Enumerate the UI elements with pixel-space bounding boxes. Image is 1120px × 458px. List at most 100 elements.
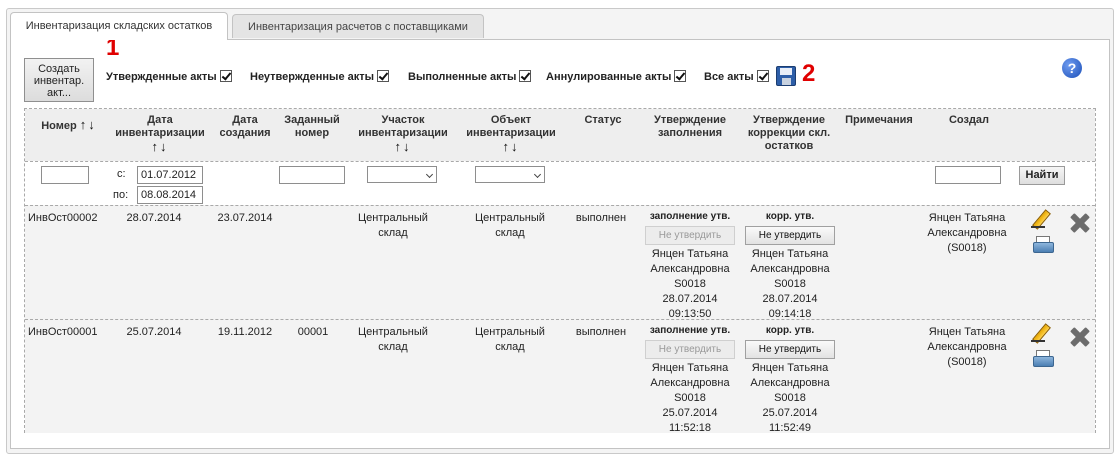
creator-line3: (S0018): [947, 356, 987, 368]
corr-user-line2: Александровна: [750, 263, 830, 275]
sort-arrows-icon[interactable]: ↑↓: [80, 117, 97, 132]
row-set-number: 00001: [297, 326, 329, 338]
filter-row: с: 01.07.2012 по: 08.08.2014 Найти: [25, 161, 1095, 205]
col-object[interactable]: Объект инвентаризации ↑↓: [457, 114, 565, 153]
sort-arrows-icon[interactable]: ↑↓: [351, 140, 455, 153]
filter-approved-label: Утвержденные акты: [106, 71, 217, 83]
filter-completed[interactable]: Выполненные акты: [408, 70, 532, 83]
col-creator: Создал: [948, 114, 990, 126]
date-from-input[interactable]: 01.07.2012: [137, 166, 203, 184]
row-fill-approval: заполнение утв. Не утвердить Янцен Татья…: [641, 209, 739, 322]
row-creator: Янцен Татьяна Александровна (S0018): [915, 211, 1019, 256]
filter-all-checkbox[interactable]: [756, 70, 769, 82]
corr-date: 25.07.2014: [762, 407, 818, 419]
help-icon[interactable]: ?: [1062, 58, 1082, 78]
sort-arrows-icon[interactable]: ↑↓: [457, 140, 565, 153]
number-filter-input[interactable]: [41, 166, 89, 184]
creator-line1: Янцен Татьяна: [928, 212, 1006, 224]
edit-icon[interactable]: [1031, 210, 1049, 230]
filter-cancelled-label: Аннулированные акты: [546, 71, 672, 83]
col-notes: Примечания: [845, 114, 913, 126]
creator-line2: Александровна: [927, 341, 1007, 353]
fill-user-code: S0018: [674, 278, 706, 290]
corr-user-line1: Янцен Татьяна: [751, 362, 829, 374]
col-number[interactable]: Номер ↑↓: [29, 118, 109, 133]
object-filter-select[interactable]: [475, 166, 545, 183]
filter-approved-checkbox[interactable]: [219, 70, 232, 82]
corr-user-code: S0018: [774, 278, 806, 290]
fill-user-line1: Янцен Татьяна: [651, 362, 729, 374]
filter-completed-checkbox[interactable]: [519, 70, 532, 82]
col-section[interactable]: Участок инвентаризации ↑↓: [351, 114, 455, 153]
row-created-date: 23.07.2014: [217, 212, 273, 224]
save-icon[interactable]: [776, 66, 796, 86]
fill-user-line2: Александровна: [650, 377, 730, 389]
corr-user-line2: Александровна: [750, 377, 830, 389]
col-inv-date[interactable]: Дата инвентаризации ↑↓: [107, 114, 213, 153]
col-status: Статус: [584, 114, 622, 126]
fill-user-line2: Александровна: [650, 263, 730, 275]
filter-approved[interactable]: Утвержденные акты: [106, 70, 232, 83]
corr-time: 11:52:49: [768, 422, 811, 434]
filter-all[interactable]: Все акты: [704, 70, 769, 83]
date-to-label: по:: [113, 189, 129, 201]
filter-completed-label: Выполненные акты: [408, 71, 517, 83]
filter-unapproved-checkbox[interactable]: [377, 70, 390, 82]
delete-icon[interactable]: [1069, 326, 1091, 348]
row-inv-date: 28.07.2014: [126, 212, 182, 224]
date-from-label: с:: [117, 168, 126, 180]
col-created-date: Дата создания: [219, 114, 271, 139]
callout-2: 2: [802, 60, 816, 87]
filter-cancelled-checkbox[interactable]: [674, 70, 687, 82]
row-number: ИнвОст00001: [28, 326, 98, 338]
col-fill-approval: Утверждение заполнения: [654, 114, 726, 139]
table-row[interactable]: ИнвОст00002 28.07.2014 23.07.2014 Центра…: [25, 205, 1095, 322]
col-section-label: Участок инвентаризации: [358, 114, 448, 139]
row-section: Центральный склад: [358, 326, 428, 353]
row-status: выполнен: [575, 212, 627, 224]
corr-approval-title: корр. утв.: [765, 211, 815, 222]
fill-approval-title: заполнение утв.: [649, 211, 731, 222]
print-icon[interactable]: [1033, 350, 1054, 367]
tab-stock-inventory[interactable]: Инвентаризация складских остатков: [10, 12, 228, 40]
col-inv-date-label: Дата инвентаризации: [115, 114, 205, 139]
find-button[interactable]: Найти: [1019, 166, 1065, 185]
print-icon[interactable]: [1033, 236, 1054, 253]
corr-date: 28.07.2014: [762, 293, 818, 305]
edit-icon[interactable]: [1031, 324, 1049, 344]
corr-user-code: S0018: [774, 392, 806, 404]
filter-unapproved[interactable]: Неутвержденные акты: [250, 70, 390, 83]
set-number-filter-input[interactable]: [279, 166, 345, 184]
fill-disapprove-button[interactable]: Не утвердить: [645, 226, 735, 245]
table-row[interactable]: ИнвОст00001 25.07.2014 19.11.2012 00001 …: [25, 319, 1095, 436]
col-number-label: Номер: [41, 120, 77, 132]
fill-approval-title: заполнение утв.: [649, 325, 731, 336]
delete-icon[interactable]: [1069, 212, 1091, 234]
creator-line1: Янцен Татьяна: [928, 326, 1006, 338]
row-created-date: 19.11.2012: [217, 326, 273, 338]
create-act-button[interactable]: Создать инвентар. акт...: [24, 58, 94, 102]
col-object-label: Объект инвентаризации: [466, 114, 556, 139]
col-set-number: Заданный номер: [284, 114, 340, 139]
row-inv-date: 25.07.2014: [126, 326, 182, 338]
sort-arrows-icon[interactable]: ↑↓: [107, 140, 213, 153]
corr-disapprove-button[interactable]: Не утвердить: [745, 226, 835, 245]
row-corr-approval: корр. утв. Не утвердить Янцен Татьяна Ал…: [741, 209, 839, 322]
fill-user-code: S0018: [674, 392, 706, 404]
corr-disapprove-button[interactable]: Не утвердить: [745, 340, 835, 359]
fill-time: 11:52:18: [668, 422, 711, 434]
corr-approval-title: корр. утв.: [765, 325, 815, 336]
corr-user-line1: Янцен Татьяна: [751, 248, 829, 260]
filter-cancelled[interactable]: Аннулированные акты: [546, 70, 687, 83]
date-to-input[interactable]: 08.08.2014: [137, 186, 203, 204]
row-number: ИнвОст00002: [28, 212, 98, 224]
row-corr-approval: корр. утв. Не утвердить Янцен Татьяна Ал…: [741, 323, 839, 436]
row-status: выполнен: [575, 326, 627, 338]
section-filter-select[interactable]: [367, 166, 437, 183]
tab-supplier-inventory[interactable]: Инвентаризация расчетов с поставщиками: [232, 14, 484, 38]
fill-disapprove-button[interactable]: Не утвердить: [645, 340, 735, 359]
creator-line2: Александровна: [927, 227, 1007, 239]
fill-date: 28.07.2014: [662, 293, 718, 305]
fill-date: 25.07.2014: [662, 407, 718, 419]
creator-filter-input[interactable]: [935, 166, 1001, 184]
